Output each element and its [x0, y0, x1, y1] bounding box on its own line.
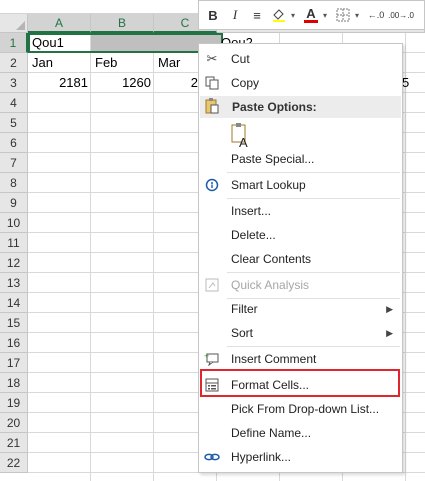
font-color-icon[interactable]: A	[301, 4, 321, 26]
cell-e3[interactable]: 5	[402, 73, 410, 93]
row-header-22[interactable]: 22	[0, 453, 28, 473]
row-header-7[interactable]: 7	[0, 153, 28, 173]
column-header-b[interactable]: B	[91, 14, 154, 33]
submenu-arrow-icon: ▶	[386, 327, 393, 338]
scissors-icon: ✂	[206, 51, 218, 66]
increase-decimal-icon[interactable]: .00→.0	[388, 4, 414, 26]
row-header-10[interactable]: 10	[0, 213, 28, 233]
svg-text:+: +	[204, 352, 209, 361]
menu-item-insert[interactable]: Insert...	[199, 199, 402, 223]
select-all-corner[interactable]	[0, 14, 28, 33]
copy-icon	[204, 75, 220, 91]
row-header-14[interactable]: 14	[0, 293, 28, 313]
row-header-15[interactable]: 15	[0, 313, 28, 333]
font-color-dropdown-icon[interactable]: ▾	[323, 11, 331, 20]
cell-c3[interactable]: 2	[154, 73, 198, 93]
row-header-11[interactable]: 11	[0, 233, 28, 253]
row-header-6[interactable]: 6	[0, 133, 28, 153]
menu-item-define-name[interactable]: Define Name...	[199, 421, 402, 445]
row-header-18[interactable]: 18	[0, 373, 28, 393]
row-header-21[interactable]: 21	[0, 433, 28, 453]
fill-color-dropdown-icon[interactable]: ▾	[291, 11, 299, 20]
row-header-20[interactable]: 20	[0, 413, 28, 433]
context-menu: ✂ Cut Copy Paste Options: A Paste Specia…	[198, 43, 403, 473]
mini-toolbar: B I ≡ ▾ A ▾ ▾ ←.0 .00→.0	[198, 0, 425, 30]
search-icon	[204, 177, 220, 193]
borders-icon[interactable]	[333, 4, 353, 26]
row-header-12[interactable]: 12	[0, 253, 28, 273]
borders-dropdown-icon[interactable]: ▾	[355, 11, 363, 20]
row-header-8[interactable]: 8	[0, 173, 28, 193]
cell-b2[interactable]: Feb	[95, 53, 117, 73]
cell-a2[interactable]: Jan	[32, 53, 53, 73]
menu-item-cut[interactable]: ✂ Cut	[199, 47, 402, 71]
menu-item-smart-lookup[interactable]: Smart Lookup	[199, 173, 402, 197]
menu-item-delete[interactable]: Delete...	[199, 223, 402, 247]
align-center-icon[interactable]: ≡	[247, 4, 267, 26]
row-header-5[interactable]: 5	[0, 113, 28, 133]
menu-item-clear-contents[interactable]: Clear Contents	[199, 247, 402, 271]
cell-c2[interactable]: Mar	[158, 53, 180, 73]
menu-item-paste-special[interactable]: Paste Special...	[199, 147, 402, 171]
row-header-17[interactable]: 17	[0, 353, 28, 373]
format-cells-highlight	[200, 369, 400, 397]
cell-a1[interactable]: Qou1	[32, 33, 64, 53]
row-header-13[interactable]: 13	[0, 273, 28, 293]
menu-item-pick-from-list[interactable]: Pick From Drop-down List...	[199, 397, 402, 421]
row-header-3[interactable]: 3	[0, 73, 28, 93]
bold-button[interactable]: B	[203, 4, 223, 26]
paste-options-header: Paste Options:	[200, 96, 401, 118]
menu-item-copy[interactable]: Copy	[199, 71, 402, 95]
row-header-2[interactable]: 2	[0, 53, 28, 73]
cell-a3[interactable]: 2181	[28, 73, 88, 93]
menu-item-quick-analysis: Quick Analysis	[199, 273, 402, 297]
menu-item-sort[interactable]: Sort ▶	[199, 321, 402, 345]
menu-item-hyperlink[interactable]: Hyperlink...	[199, 445, 402, 469]
menu-item-filter[interactable]: Filter ▶	[199, 297, 402, 321]
row-header-4[interactable]: 4	[0, 93, 28, 113]
row-header-1[interactable]: 1	[0, 33, 28, 53]
quick-analysis-icon	[204, 277, 220, 293]
link-icon	[204, 449, 220, 465]
row-header-19[interactable]: 19	[0, 393, 28, 413]
decrease-decimal-icon[interactable]: ←.0	[365, 4, 387, 26]
submenu-arrow-icon: ▶	[386, 303, 393, 314]
italic-button[interactable]: I	[225, 4, 245, 26]
menu-item-insert-comment[interactable]: + Insert Comment	[199, 347, 402, 371]
column-header-a[interactable]: A	[28, 14, 91, 33]
fill-color-icon[interactable]	[269, 4, 289, 26]
row-header-9[interactable]: 9	[0, 193, 28, 213]
paste-option-keep-formatting[interactable]: A	[199, 120, 402, 150]
cell-b3[interactable]: 1260	[91, 73, 151, 93]
paste-icon	[205, 97, 219, 117]
comment-icon: +	[204, 351, 220, 367]
row-header-16[interactable]: 16	[0, 333, 28, 353]
